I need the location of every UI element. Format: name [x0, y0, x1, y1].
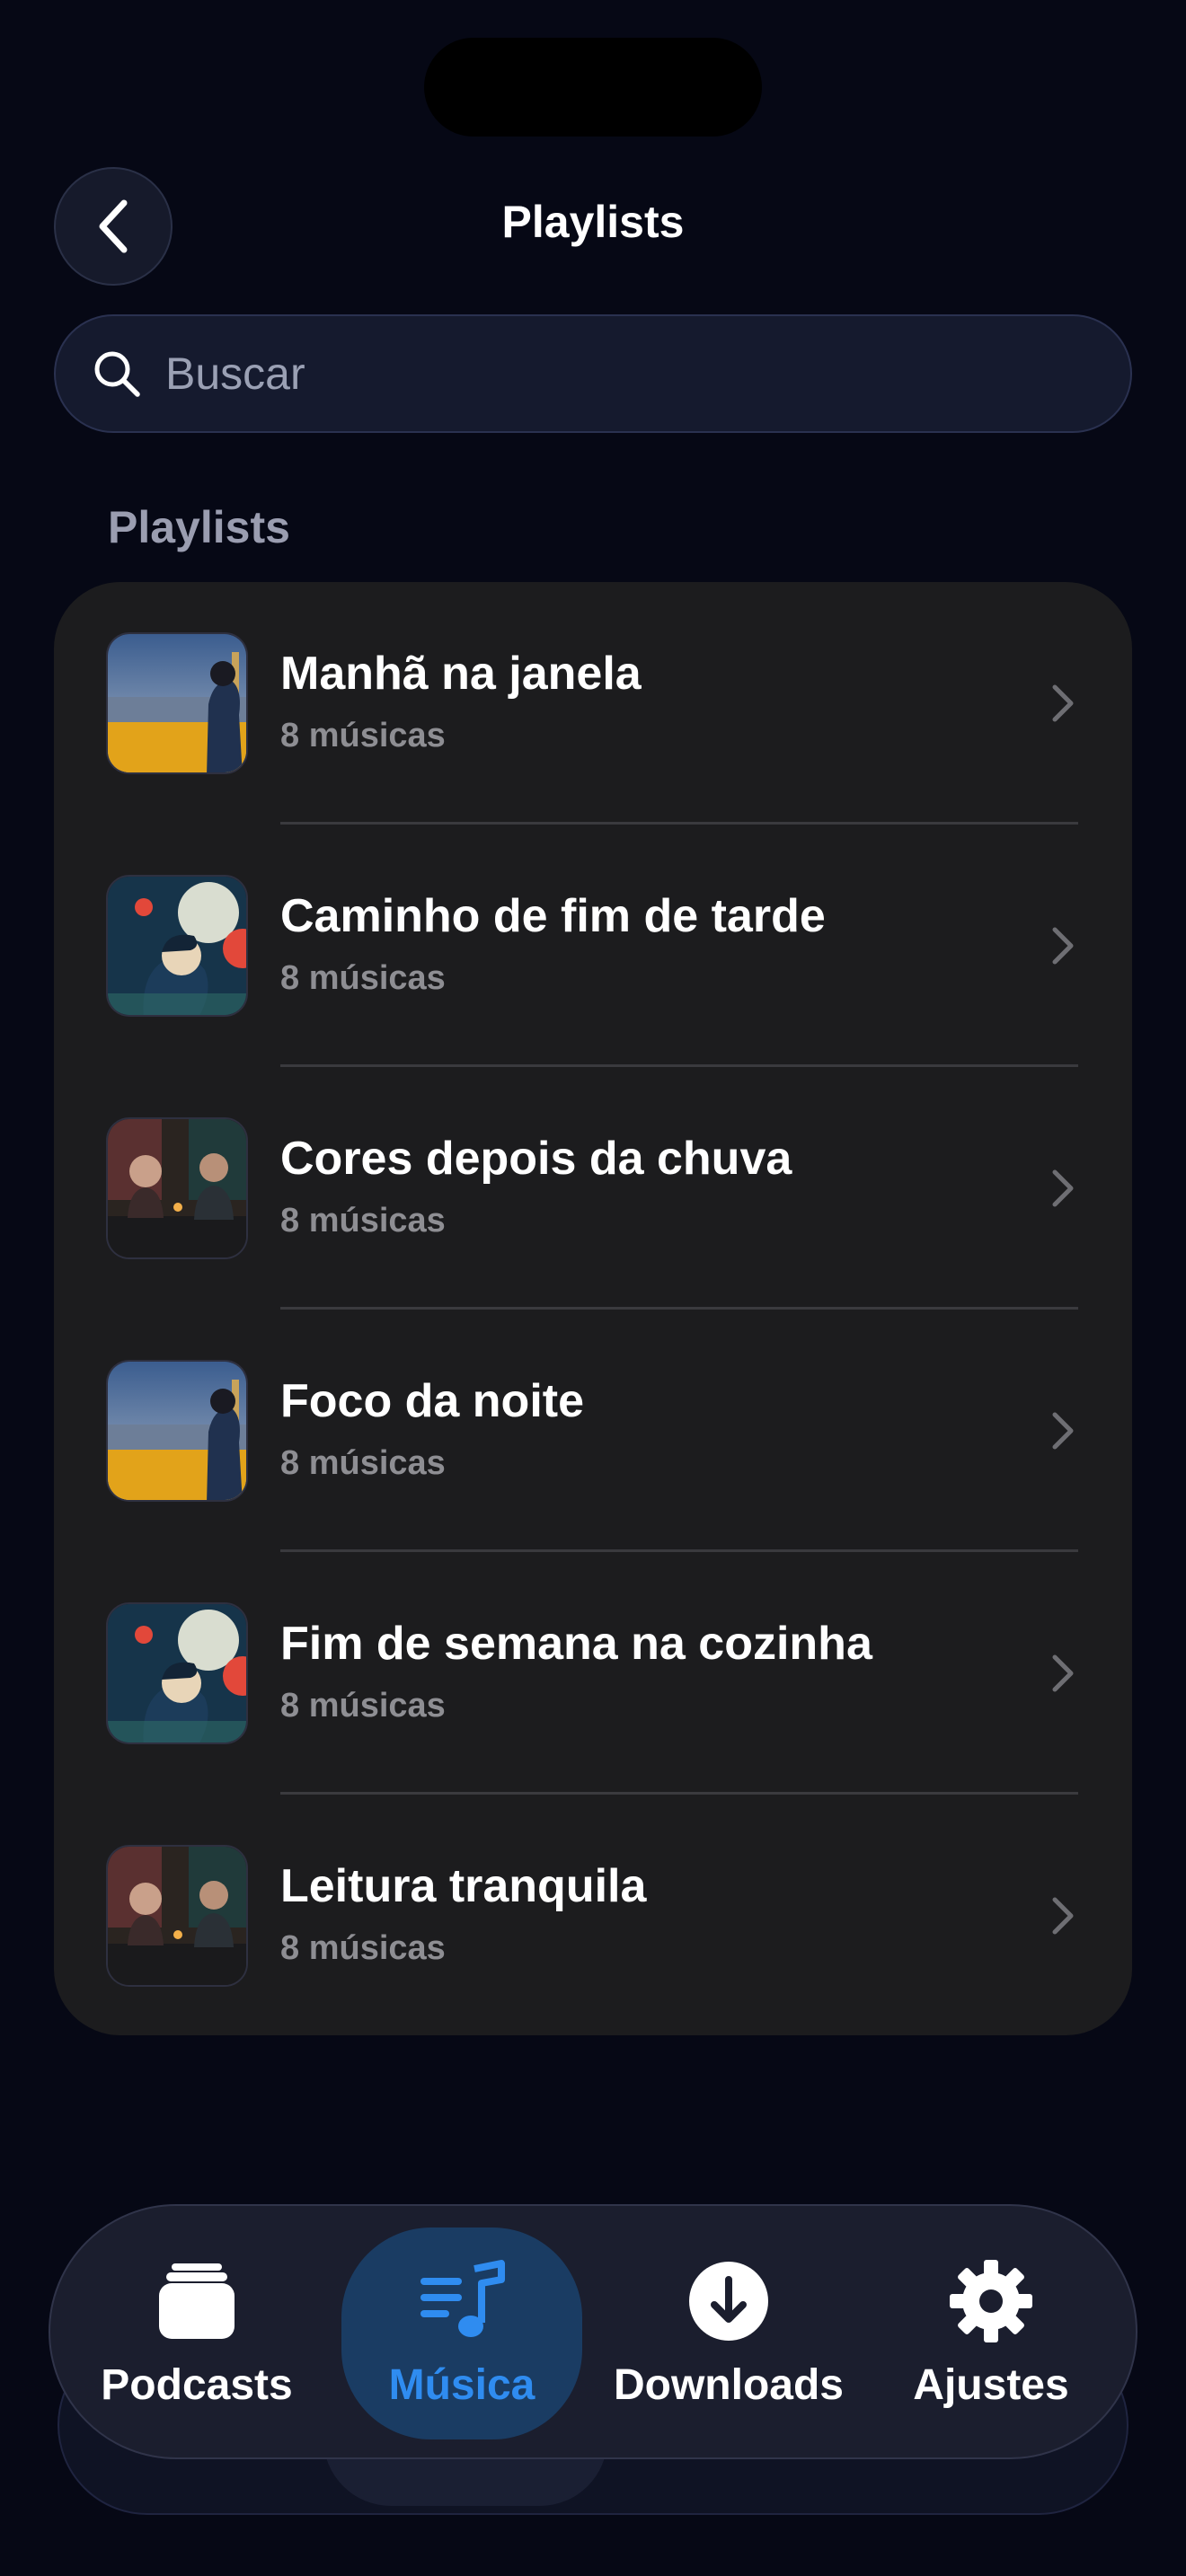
tab-label: Downloads: [613, 2360, 844, 2409]
gear-icon: [950, 2259, 1032, 2342]
playlist-track-count: 8 músicas: [280, 717, 446, 754]
music-list-icon: [420, 2259, 505, 2337]
playlist-artwork: [106, 1117, 248, 1259]
playlist-artwork: [106, 1602, 248, 1744]
chevron-right-icon: [1052, 1654, 1074, 1692]
playlist-row[interactable]: Leitura tranquila 8 músicas: [54, 1795, 1132, 2035]
playlist-title: Leitura tranquila: [280, 1860, 647, 1912]
playlist-row[interactable]: Foco da noite 8 músicas: [54, 1310, 1132, 1552]
playlist-title: Foco da noite: [280, 1375, 584, 1427]
tab-label: Música: [388, 2360, 535, 2409]
playlist-title: Caminho de fim de tarde: [280, 890, 826, 942]
tab-settings[interactable]: Ajustes: [870, 2228, 1112, 2439]
tab-bar: Podcasts Música Downloads Ajustes: [49, 2204, 1137, 2459]
playlist-row[interactable]: Cores depois da chuva 8 músicas: [54, 1067, 1132, 1310]
chevron-right-icon: [1052, 1169, 1074, 1207]
search-input[interactable]: [165, 348, 1130, 400]
tab-label: Podcasts: [101, 2360, 293, 2409]
search-bar[interactable]: [54, 314, 1132, 433]
chevron-right-icon: [1052, 684, 1074, 722]
page-title: Playlists: [501, 197, 685, 247]
playlist-track-count: 8 músicas: [280, 1687, 446, 1725]
playlist-row[interactable]: Manhã na janela 8 músicas: [54, 582, 1132, 825]
stack-icon: [159, 2263, 235, 2339]
playlist-title: Manhã na janela: [280, 648, 642, 700]
tab-label: Ajustes: [913, 2360, 1069, 2409]
playlist-artwork: [106, 1360, 248, 1502]
tab-podcasts[interactable]: Podcasts: [75, 2228, 318, 2439]
tab-downloads[interactable]: Downloads: [607, 2228, 850, 2439]
playlist-artwork: [106, 632, 248, 774]
playlist-row[interactable]: Fim de semana na cozinha 8 músicas: [54, 1552, 1132, 1795]
playlist-title: Fim de semana na cozinha: [280, 1618, 872, 1670]
playlists-screen: Playlists Playlists Manhã na ja: [0, 0, 1186, 2576]
playlist-artwork: [106, 1845, 248, 1987]
playlist-track-count: 8 músicas: [280, 1444, 446, 1482]
playlist-track-count: 8 músicas: [280, 959, 446, 997]
section-header: Playlists: [108, 502, 290, 552]
playlist-title: Cores depois da chuva: [280, 1133, 792, 1185]
playlist-list: Manhã na janela 8 músicas Caminho de fim…: [54, 582, 1132, 2035]
search-icon: [94, 351, 140, 397]
download-circle-icon: [689, 2261, 768, 2341]
playlist-row[interactable]: Caminho de fim de tarde 8 músicas: [54, 825, 1132, 1067]
dynamic-island: [424, 38, 762, 137]
playlist-track-count: 8 músicas: [280, 1202, 446, 1239]
chevron-right-icon: [1052, 1897, 1074, 1935]
chevron-right-icon: [1052, 927, 1074, 965]
chevron-right-icon: [1052, 1412, 1074, 1450]
tab-music[interactable]: Música: [341, 2228, 582, 2439]
playlist-artwork: [106, 875, 248, 1017]
playlist-track-count: 8 músicas: [280, 1929, 446, 1967]
